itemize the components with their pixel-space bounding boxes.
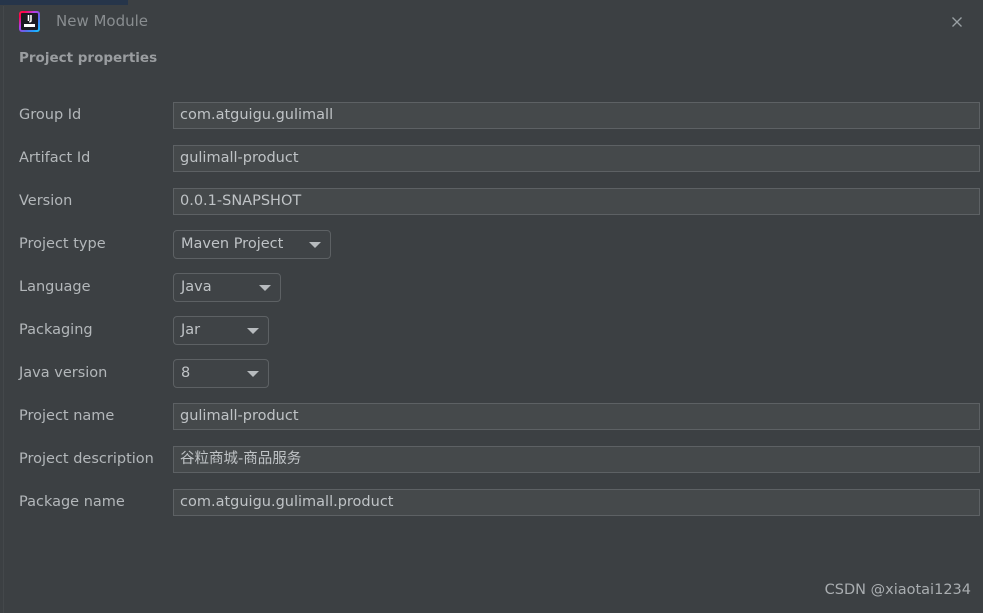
label-version: Version — [19, 193, 73, 209]
package-name-input[interactable]: com.atguigu.gulimall.product — [173, 489, 980, 516]
form-row-packaging: Packaging Jar — [0, 315, 983, 358]
project-type-select[interactable]: Maven Project — [173, 230, 331, 259]
form-row-project-name: Project name gulimall-product — [0, 401, 983, 444]
label-artifact-id: Artifact Id — [19, 150, 91, 166]
form-row-project-description: Project description 谷粒商城-商品服务 — [0, 444, 983, 487]
label-java-version: Java version — [19, 365, 108, 381]
label-project-description: Project description — [19, 451, 154, 467]
chevron-down-icon — [259, 285, 271, 291]
java-version-value: 8 — [181, 365, 191, 381]
project-type-value: Maven Project — [181, 236, 284, 252]
language-select[interactable]: Java — [173, 273, 281, 302]
chevron-down-icon — [247, 371, 259, 377]
section-heading: Project properties — [19, 50, 158, 66]
label-language: Language — [19, 279, 91, 295]
label-project-type: Project type — [19, 236, 106, 252]
artifact-id-input[interactable]: gulimall-product — [173, 145, 980, 172]
packaging-value: Jar — [181, 322, 201, 338]
chevron-down-icon — [309, 242, 321, 248]
chevron-down-icon — [247, 328, 259, 334]
form-row-project-type: Project type Maven Project — [0, 229, 983, 272]
watermark: CSDN @xiaotai1234 — [824, 582, 971, 598]
label-package-name: Package name — [19, 494, 125, 510]
title-bar: IJ New Module — [0, 5, 983, 41]
java-version-select[interactable]: 8 — [173, 359, 269, 388]
intellij-idea-icon: IJ — [19, 11, 40, 32]
project-description-input[interactable]: 谷粒商城-商品服务 — [173, 446, 980, 473]
new-module-dialog: IJ New Module Project properties Group I… — [0, 0, 983, 613]
label-packaging: Packaging — [19, 322, 93, 338]
form-row-version: Version 0.0.1-SNAPSHOT — [0, 186, 983, 229]
form-row-artifact-id: Artifact Id gulimall-product — [0, 143, 983, 186]
packaging-select[interactable]: Jar — [173, 316, 269, 345]
form-row-package-name: Package name com.atguigu.gulimall.produc… — [0, 487, 983, 530]
form-row-language: Language Java — [0, 272, 983, 315]
window-title: New Module — [56, 12, 149, 30]
form-row-group-id: Group Id com.atguigu.gulimall — [0, 100, 983, 143]
language-value: Java — [181, 279, 212, 295]
version-input[interactable]: 0.0.1-SNAPSHOT — [173, 188, 980, 215]
form-row-java-version: Java version 8 — [0, 358, 983, 401]
label-project-name: Project name — [19, 408, 115, 424]
project-properties-form: Group Id com.atguigu.gulimall Artifact I… — [0, 100, 983, 530]
close-icon[interactable] — [944, 10, 970, 34]
project-name-input[interactable]: gulimall-product — [173, 403, 980, 430]
group-id-input[interactable]: com.atguigu.gulimall — [173, 102, 980, 129]
label-group-id: Group Id — [19, 107, 82, 123]
